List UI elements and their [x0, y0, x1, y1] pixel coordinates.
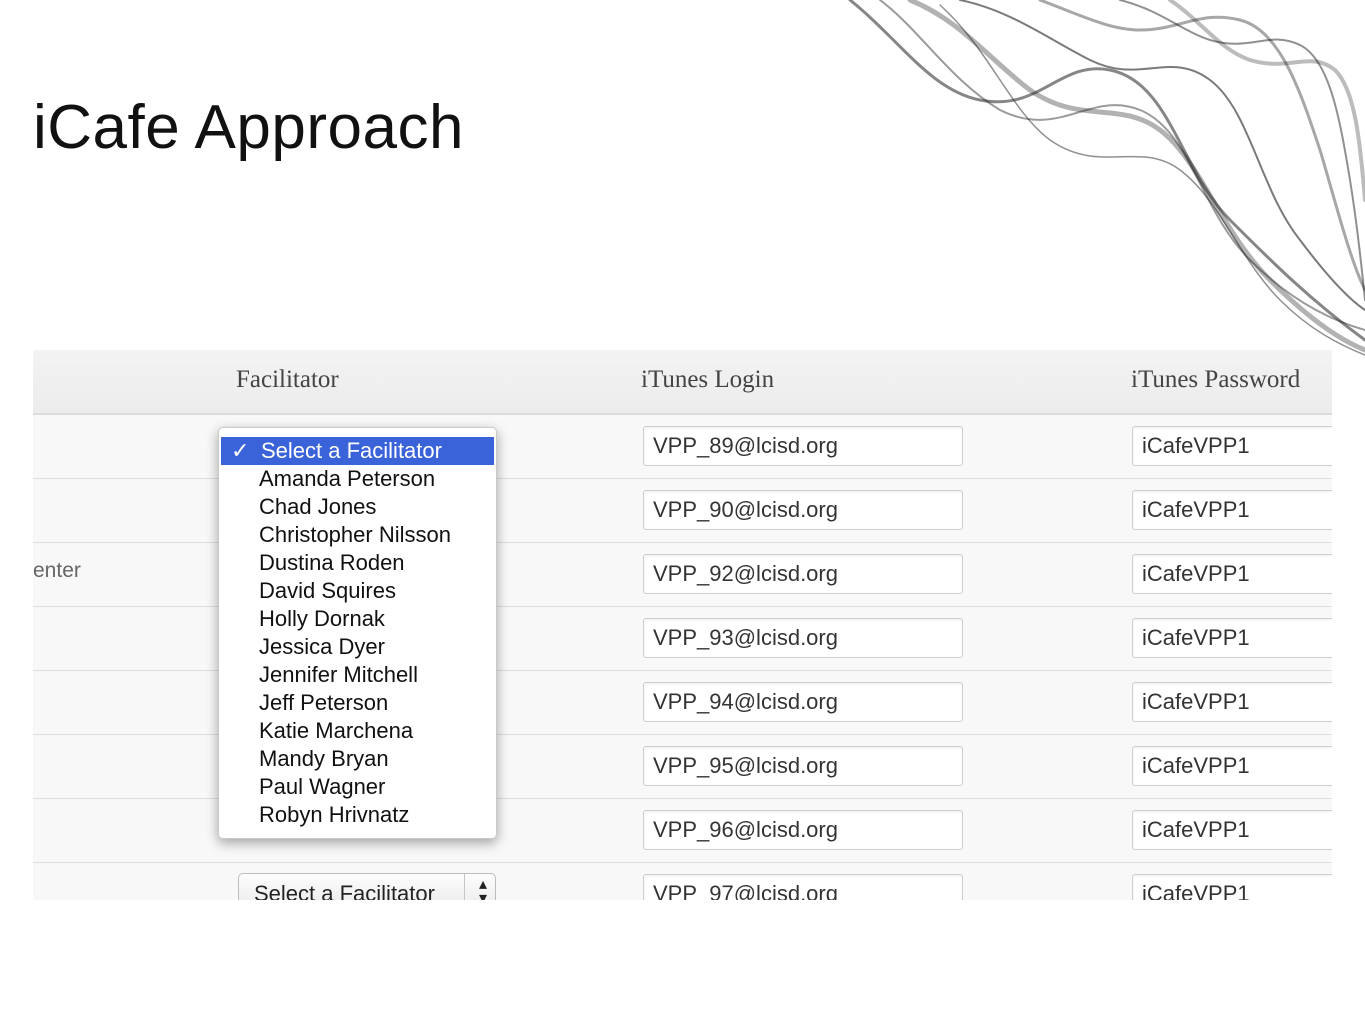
itunes-password-field[interactable]: iCafeVPP1	[1132, 682, 1332, 722]
header-itunes-password: iTunes Password	[1131, 366, 1301, 393]
dropdown-item[interactable]: Katie Marchena	[219, 717, 496, 745]
dropdown-item[interactable]: Dustina Roden	[219, 549, 496, 577]
row-label: enter	[33, 559, 81, 582]
dropdown-item-selected[interactable]: ✓ Select a Facilitator	[221, 437, 494, 465]
dropdown-item[interactable]: Paul Wagner	[219, 773, 496, 801]
dropdown-item[interactable]: Mandy Bryan	[219, 745, 496, 773]
facilitator-select-value: Select a Facilitator	[254, 881, 435, 900]
header-itunes-login: iTunes Login	[641, 366, 775, 393]
dropdown-item[interactable]: Chad Jones	[219, 493, 496, 521]
itunes-login-field[interactable]: VPP_94@lcisd.org	[643, 682, 963, 722]
itunes-login-field[interactable]: VPP_97@lcisd.org	[643, 874, 963, 900]
dropdown-item-label: Select a Facilitator	[261, 438, 442, 463]
dropdown-item[interactable]: Jeff Peterson	[219, 689, 496, 717]
table-header-row: Facilitator iTunes Login iTunes Password	[33, 350, 1332, 415]
select-divider	[464, 874, 465, 900]
itunes-login-field[interactable]: VPP_95@lcisd.org	[643, 746, 963, 786]
itunes-login-field[interactable]: VPP_96@lcisd.org	[643, 810, 963, 850]
itunes-password-field[interactable]: iCafeVPP1	[1132, 746, 1332, 786]
itunes-login-field[interactable]: VPP_89@lcisd.org	[643, 426, 963, 466]
itunes-password-field[interactable]: iCafeVPP1	[1132, 490, 1332, 530]
header-facilitator: Facilitator	[236, 366, 339, 393]
itunes-password-field[interactable]: iCafeVPP1	[1132, 618, 1332, 658]
dropdown-item[interactable]: David Squires	[219, 577, 496, 605]
facilitator-dropdown-menu: ✓ Select a Facilitator Amanda Peterson C…	[218, 427, 497, 839]
dropdown-item[interactable]: Christopher Nilsson	[219, 521, 496, 549]
slide-title: iCafe Approach	[33, 93, 464, 162]
smoke-decoration	[848, 0, 1365, 356]
dropdown-item[interactable]: Jessica Dyer	[219, 633, 496, 661]
dropdown-item[interactable]: Robyn Hrivnatz	[219, 801, 496, 829]
facilitator-select[interactable]: Select a Facilitator ▴ ▾	[238, 873, 496, 900]
itunes-password-field[interactable]: iCafeVPP1	[1132, 874, 1332, 900]
table-row: Select a Facilitator ▴ ▾ VPP_97@lcisd.org…	[33, 863, 1332, 900]
itunes-login-field[interactable]: VPP_90@lcisd.org	[643, 490, 963, 530]
itunes-login-field[interactable]: VPP_92@lcisd.org	[643, 554, 963, 594]
dropdown-item[interactable]: Holly Dornak	[219, 605, 496, 633]
select-arrows-icon: ▴ ▾	[478, 876, 487, 901]
itunes-password-field[interactable]: iCafeVPP1	[1132, 554, 1332, 594]
itunes-login-field[interactable]: VPP_93@lcisd.org	[643, 618, 963, 658]
dropdown-item[interactable]: Amanda Peterson	[219, 465, 496, 493]
itunes-password-field[interactable]: iCafeVPP1	[1132, 810, 1332, 850]
dropdown-item[interactable]: Jennifer Mitchell	[219, 661, 496, 689]
check-icon: ✓	[231, 438, 250, 463]
itunes-password-field[interactable]: iCafeVPP1	[1132, 426, 1332, 466]
